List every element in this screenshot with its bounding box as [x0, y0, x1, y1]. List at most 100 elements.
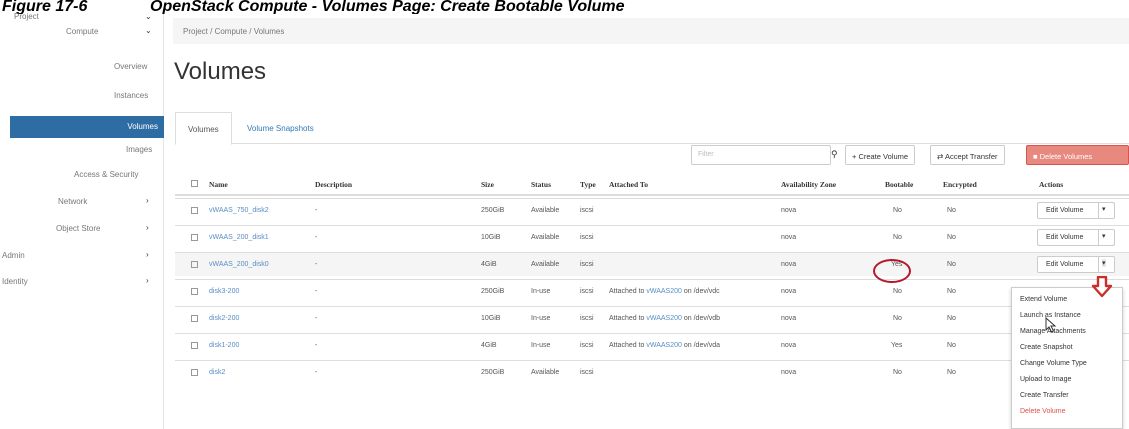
volume-size: 10GiB [481, 234, 501, 241]
chevron-down-icon[interactable]: ▾ [1102, 205, 1106, 213]
transfer-icon: ⇄ [937, 152, 945, 161]
column-header[interactable]: Type [580, 180, 596, 189]
volume-name-link[interactable]: vWAAS_750_disk2 [209, 207, 269, 214]
menu-item-upload-to-image[interactable]: Upload to Image [1020, 376, 1071, 383]
volume-type: iscsi [580, 315, 594, 322]
menu-item-change-volume-type[interactable]: Change Volume Type [1020, 360, 1087, 367]
row-checkbox[interactable] [191, 342, 198, 349]
chevron-down-icon[interactable]: ⌄ [145, 12, 152, 21]
volume-size: 10GiB [481, 315, 501, 322]
attached-to: Attached to vWAAS200 on /dev/vda [609, 342, 720, 349]
red-arrow-icon [1091, 276, 1113, 298]
instance-link[interactable]: vWAAS200 [646, 288, 682, 295]
chevron-right-icon[interactable]: › [146, 223, 149, 232]
row-checkbox[interactable] [191, 288, 198, 295]
volume-name-link[interactable]: disk2-200 [209, 315, 239, 322]
create-volume-button[interactable]: + Create Volume [845, 145, 916, 165]
button-divider [1098, 257, 1099, 272]
volume-name-link[interactable]: vWAAS_200_disk0 [209, 261, 269, 268]
chevron-right-icon[interactable]: › [146, 196, 149, 205]
volume-encrypted: No [947, 261, 956, 268]
menu-item-extend-volume[interactable]: Extend Volume [1020, 296, 1067, 303]
volume-size: 4GiB [481, 261, 497, 268]
volume-type: iscsi [580, 207, 594, 214]
volume-encrypted: No [947, 315, 956, 322]
edit-volume-button[interactable]: Edit Volume [1046, 234, 1083, 241]
sidebar-item-access-security[interactable]: Access & Security [74, 170, 138, 179]
horizon-dashboard: Project ⌄ Compute ⌄ Overview Instances V… [0, 12, 1129, 429]
chevron-right-icon[interactable]: › [146, 276, 149, 285]
volume-zone: nova [781, 315, 797, 322]
sidebar-item-instances[interactable]: Instances [114, 91, 148, 100]
select-all-checkbox[interactable] [191, 180, 198, 187]
sidebar-item-label: Volumes [127, 122, 158, 131]
sidebar-item-images[interactable]: Images [126, 145, 152, 154]
edit-volume-button[interactable]: Edit Volume [1046, 207, 1083, 214]
delete-volumes-button[interactable]: ■ Delete Volumes [1026, 145, 1129, 165]
column-header[interactable]: Size [481, 180, 494, 189]
instance-link[interactable]: vWAAS200 [646, 342, 682, 349]
highlight-circle [873, 259, 911, 283]
sidebar: Project ⌄ Compute ⌄ Overview Instances V… [0, 12, 164, 429]
volume-zone: nova [781, 369, 797, 376]
instance-link[interactable]: vWAAS200 [646, 315, 682, 322]
column-header[interactable]: Status [531, 180, 551, 189]
volume-encrypted: No [947, 234, 956, 241]
column-header[interactable]: Name [209, 180, 228, 189]
volume-name-link[interactable]: disk2 [209, 369, 225, 376]
sidebar-item-object-store[interactable]: Object Store [56, 224, 100, 233]
figure-title: OpenStack Compute - Volumes Page: Create… [150, 0, 625, 14]
row-checkbox[interactable] [191, 369, 198, 376]
volume-type: iscsi [580, 234, 594, 241]
sidebar-item-volumes[interactable]: Volumes [10, 116, 164, 138]
volume-size: 4GiB [481, 342, 497, 349]
accept-transfer-button[interactable]: ⇄ Accept Transfer [930, 145, 1005, 165]
column-header[interactable]: Attached To [609, 180, 648, 189]
sidebar-item-overview[interactable]: Overview [114, 62, 147, 71]
volume-bootable: No [893, 207, 902, 214]
volume-description: - [315, 288, 318, 295]
search-icon[interactable]: ⚲ [831, 149, 838, 160]
volume-name-link[interactable]: vWAAS_200_disk1 [209, 234, 269, 241]
volume-encrypted: No [947, 207, 956, 214]
column-header[interactable]: Description [315, 180, 352, 189]
column-header[interactable]: Encrypted [943, 180, 977, 189]
volume-encrypted: No [947, 342, 956, 349]
volume-status: In-use [531, 315, 551, 322]
volume-name-link[interactable]: disk1-200 [209, 342, 239, 349]
volume-description: - [315, 234, 318, 241]
breadcrumb-text[interactable]: Project / Compute / Volumes [183, 27, 284, 36]
attached-to: Attached to vWAAS200 on /dev/vdc [609, 288, 720, 295]
volume-bootable: Yes [891, 342, 903, 349]
volume-description: - [315, 207, 318, 214]
menu-item-delete-volume[interactable]: Delete Volume [1020, 408, 1066, 415]
row-checkbox[interactable] [191, 207, 198, 214]
table-row: disk2-200 - 10GiB In-use iscsi Attached … [175, 306, 1129, 330]
filter-input[interactable]: Filter [691, 145, 831, 165]
row-checkbox[interactable] [191, 234, 198, 241]
volume-status: In-use [531, 288, 551, 295]
sidebar-item-project[interactable]: Project [14, 12, 39, 21]
tab-volume-snapshots[interactable]: Volume Snapshots [235, 112, 326, 144]
menu-item-create-snapshot[interactable]: Create Snapshot [1020, 344, 1073, 351]
chevron-down-icon[interactable]: ▾ [1102, 232, 1106, 240]
row-checkbox[interactable] [191, 315, 198, 322]
button-divider [1098, 203, 1099, 218]
sidebar-item-compute[interactable]: Compute [66, 27, 98, 36]
column-header[interactable]: Availability Zone [781, 180, 836, 189]
sidebar-item-network[interactable]: Network [58, 197, 87, 206]
volume-size: 250GiB [481, 207, 505, 214]
chevron-right-icon[interactable]: › [146, 250, 149, 259]
menu-item-create-transfer[interactable]: Create Transfer [1020, 392, 1069, 399]
sidebar-item-identity[interactable]: Identity [2, 277, 28, 286]
volume-status: Available [531, 369, 560, 376]
volume-name-link[interactable]: disk3-200 [209, 288, 239, 295]
sidebar-item-admin[interactable]: Admin [2, 251, 25, 260]
chevron-down-icon[interactable]: ⌄ [145, 26, 152, 35]
attached-label: Attached to [609, 342, 645, 349]
accept-transfer-label: Accept Transfer [944, 152, 998, 161]
column-header[interactable]: Bootable [885, 180, 913, 189]
edit-volume-button[interactable]: Edit Volume [1046, 261, 1083, 268]
chevron-down-icon[interactable]: ▾ [1102, 259, 1106, 267]
row-checkbox[interactable] [191, 261, 198, 268]
